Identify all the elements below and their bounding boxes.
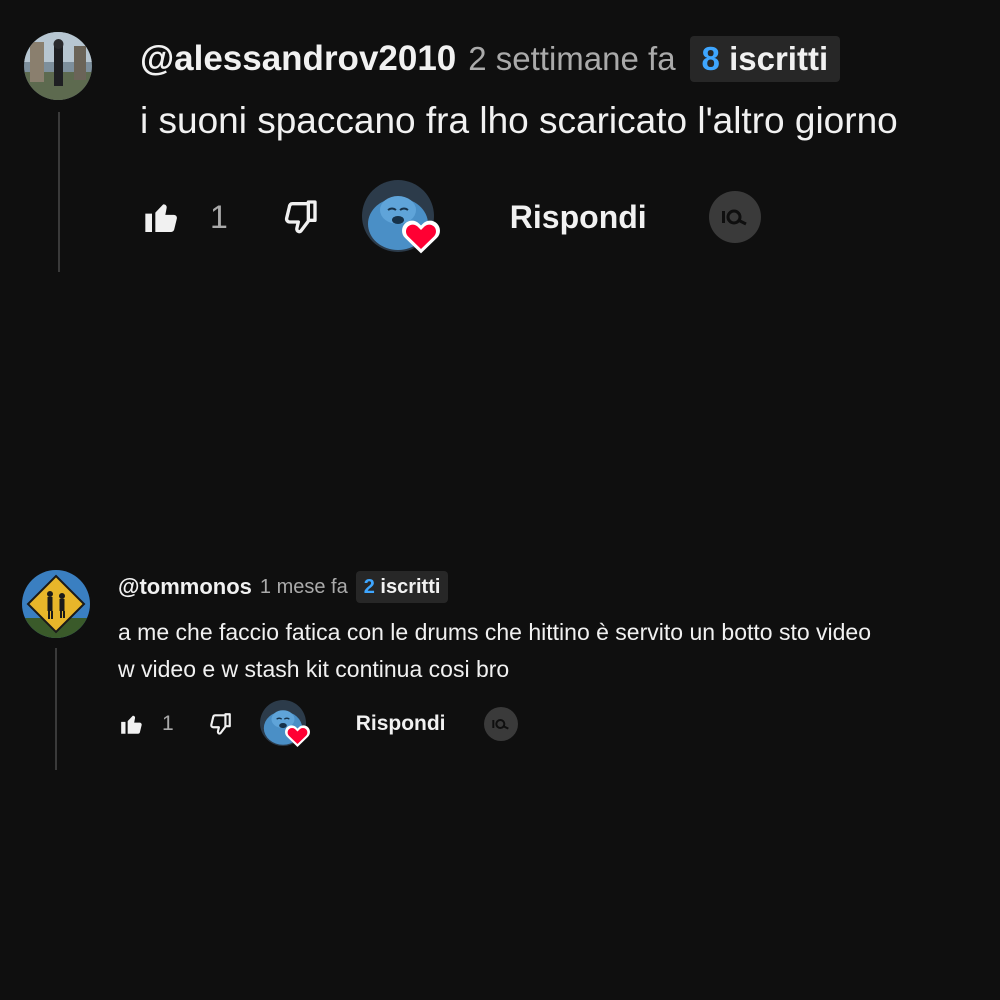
author-avatar[interactable] <box>24 32 92 100</box>
heart-icon <box>401 218 440 259</box>
creator-heart[interactable] <box>259 700 312 748</box>
subscriber-label: iscritti <box>380 575 441 598</box>
reply-button[interactable]: Rispondi <box>356 712 446 736</box>
thread-line <box>55 648 57 770</box>
comment-text-line: i suoni spaccano fra lho scaricato l'alt… <box>140 100 898 141</box>
like-count: 1 <box>162 712 174 735</box>
author-name[interactable]: @alessandrov2010 <box>140 39 456 79</box>
thumbs-up-icon <box>145 204 177 232</box>
comment-text: a me che faccio fatica con le drums che … <box>118 614 871 688</box>
thumbs-down-icon <box>284 200 317 234</box>
like-count: 1 <box>210 198 228 235</box>
comment-text-line: w video e w stash kit continua cosi bro <box>118 656 510 682</box>
heart-icon <box>284 724 310 752</box>
comment-text-line: a me che faccio fatica con le drums che … <box>118 619 872 645</box>
dislike-button[interactable] <box>278 195 322 239</box>
subscriber-count: 8 <box>701 40 720 77</box>
thumbs-down-icon <box>209 713 231 735</box>
subscriber-badge: 8 iscritti <box>689 36 841 82</box>
creator-heart[interactable] <box>361 180 444 254</box>
insights-icon <box>491 719 509 730</box>
like-button[interactable] <box>140 195 184 239</box>
like-button[interactable] <box>118 710 146 738</box>
subscriber-badge: 2 iscritti <box>355 571 449 603</box>
insights-icon <box>721 209 747 226</box>
author-avatar[interactable] <box>22 570 90 638</box>
reply-button[interactable]: Rispondi <box>510 199 647 236</box>
comment-header: @alessandrov2010 2 settimane fa 8 iscrit… <box>140 36 841 82</box>
insights-button[interactable] <box>708 191 761 243</box>
comment-time[interactable]: 2 settimane fa <box>468 40 675 78</box>
thread-line <box>58 112 60 272</box>
comment-time[interactable]: 1 mese fa <box>260 576 348 599</box>
comment-actions: 1 Rispondi <box>118 700 518 748</box>
dislike-button[interactable] <box>206 710 234 738</box>
comment-text: i suoni spaccano fra lho scaricato l'alt… <box>140 100 898 142</box>
thumbs-up-icon <box>121 715 142 734</box>
comment-actions: 1 Rispondi <box>140 180 761 254</box>
subscriber-label: iscritti <box>729 40 829 77</box>
subscriber-count: 2 <box>363 575 375 598</box>
insights-button[interactable] <box>483 707 518 741</box>
author-name[interactable]: @tommonos <box>118 574 252 600</box>
comment-header: @tommonos 1 mese fa 2 iscritti <box>118 571 449 603</box>
